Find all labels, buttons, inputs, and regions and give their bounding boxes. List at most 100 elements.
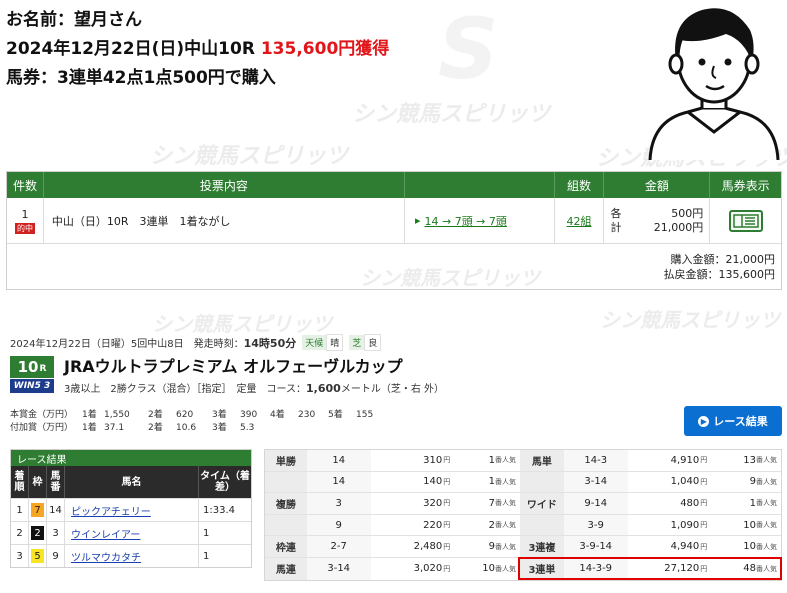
header-count: 件数 bbox=[7, 172, 44, 198]
hit-badge: 的中 bbox=[14, 222, 35, 234]
result-row: 1 7 14 ピックアチェリー 1:33.4 bbox=[11, 498, 251, 521]
payout-numbers: 3-14 bbox=[563, 471, 628, 493]
header-kumisu: 組数 bbox=[555, 172, 605, 198]
waku-badge: 5 bbox=[31, 549, 44, 563]
bet-kumisu-link[interactable]: 42組 bbox=[555, 198, 605, 243]
payout-type: ワイド bbox=[520, 493, 564, 514]
payout-type bbox=[520, 514, 564, 536]
waku-badge: 2 bbox=[31, 526, 44, 540]
payout-type: 馬連 bbox=[265, 557, 307, 580]
win5-badge: WIN5 3 bbox=[10, 379, 54, 393]
ticket-summary: 馬券：3連単42点1点500円で購入 bbox=[6, 68, 276, 88]
payout-type: 複勝 bbox=[265, 493, 307, 514]
payout-amount: 220 円 bbox=[370, 514, 455, 536]
payout-total: 払戻金額：135,600円 bbox=[663, 268, 776, 281]
race-name: JRAウルトラプレミアム オルフェーヴルカップ bbox=[64, 357, 403, 376]
payout-popularity: 10 番人気 bbox=[711, 536, 782, 557]
payout-amount: 1,090 円 bbox=[627, 514, 712, 536]
customer-name: お名前：望月さん bbox=[6, 10, 142, 30]
result-time: 1 bbox=[203, 550, 210, 562]
payout-amount: 480 円 bbox=[627, 493, 712, 514]
header-amount: 金額 bbox=[604, 172, 711, 198]
payout-amount: 3,020 円 bbox=[370, 557, 455, 580]
header-content: 投票内容 bbox=[44, 172, 405, 198]
payout-numbers: 9 bbox=[306, 514, 371, 536]
result-time: 1:33.4 bbox=[203, 504, 235, 516]
result-time: 1 bbox=[203, 527, 210, 539]
payout-numbers: 14-3 bbox=[563, 450, 628, 471]
payout-type: 3連複 bbox=[520, 536, 564, 557]
play-icon: ▸ bbox=[414, 214, 421, 227]
payout-numbers: 2-7 bbox=[306, 536, 371, 557]
bet-combo-link[interactable]: ▸ 14 → 7頭 → 7頭 bbox=[405, 198, 555, 243]
result-rank: 3 bbox=[11, 545, 29, 567]
waku-badge: 7 bbox=[31, 503, 44, 517]
header-rank: 着順 bbox=[11, 466, 29, 498]
result-row: 2 2 3 ウインレイアー 1 bbox=[11, 521, 251, 544]
payout-type: 馬単 bbox=[520, 450, 564, 471]
result-rank: 1 bbox=[11, 499, 29, 521]
start-time: 14時50分 bbox=[243, 336, 297, 350]
payout-popularity: 1 番人気 bbox=[454, 471, 521, 493]
prize-add-row: 付加賞（万円） 1着 37.1 2着 10.6 3着 5.3 bbox=[10, 423, 255, 433]
bet-amount: 各 500円 計 21,000円 bbox=[604, 198, 711, 243]
payout-popularity: 10 番人気 bbox=[711, 514, 782, 536]
race-result-button[interactable]: ▶ レース結果 bbox=[684, 406, 782, 436]
payout-popularity: 13 番人気 bbox=[711, 450, 782, 471]
payout-numbers: 3-9 bbox=[563, 514, 628, 536]
payout-amount: 4,910 円 bbox=[627, 450, 712, 471]
payout-popularity: 9 番人気 bbox=[711, 471, 782, 493]
result-horse-number: 9 bbox=[47, 545, 65, 567]
header-horse-number: 馬番 bbox=[47, 466, 65, 498]
watermark-logo: S bbox=[438, 0, 499, 98]
payout-type: 単勝 bbox=[265, 450, 307, 471]
watermark: シン競馬スピリッツ bbox=[352, 102, 551, 127]
payout-amount: 320 円 bbox=[370, 493, 455, 514]
header-combo bbox=[405, 172, 555, 198]
result-horse-name-link[interactable]: ピックアチェリー bbox=[65, 499, 199, 521]
bet-count-cell: 1 的中 bbox=[7, 198, 44, 243]
result-row: 3 5 9 ツルマウカタチ 1 bbox=[11, 544, 251, 567]
payout-type bbox=[265, 514, 307, 536]
payout-type: 枠連 bbox=[265, 536, 307, 557]
result-rank: 2 bbox=[11, 522, 29, 544]
result-horse-number: 3 bbox=[47, 522, 65, 544]
watermark: シン競馬スピリッツ bbox=[600, 308, 780, 332]
ticket-cell bbox=[710, 198, 781, 243]
payout-popularity: 1 番人気 bbox=[454, 450, 521, 471]
bet-table-header: 件数 投票内容 組数 金額 馬券表示 bbox=[7, 172, 781, 198]
race-number: 10 R bbox=[10, 356, 54, 378]
results-title: レース結果 bbox=[11, 450, 251, 466]
watermark: シン競馬スピリッツ bbox=[152, 312, 332, 336]
payout-numbers: 14 bbox=[306, 450, 371, 471]
payout-type bbox=[265, 471, 307, 493]
each-amount: 500円 bbox=[671, 206, 704, 220]
result-horse-name-link[interactable]: ツルマウカタチ bbox=[65, 545, 199, 567]
payout-amount: 4,940 円 bbox=[627, 536, 712, 557]
result-waku: 2 bbox=[29, 522, 47, 544]
results-header: 着順 枠 馬番 馬名 タイム（着差） bbox=[11, 466, 251, 498]
payout-type bbox=[520, 471, 564, 493]
trifecta-highlight bbox=[518, 557, 782, 580]
payout-numbers: 9-14 bbox=[563, 493, 628, 514]
bet-combo[interactable]: 14 → 7頭 → 7頭 bbox=[424, 213, 506, 229]
total-amount: 21,000円 bbox=[653, 220, 704, 234]
race-distance: 1,600 bbox=[306, 382, 341, 395]
intro-text: お名前：望月さん 2024年12月22日(日)中山10R 135,600円獲得 … bbox=[6, 6, 389, 93]
payout-numbers: 3 bbox=[306, 493, 371, 514]
payout-numbers: 3-14 bbox=[306, 557, 371, 580]
payout-amount: 1,040 円 bbox=[627, 471, 712, 493]
payout-popularity: 1 番人気 bbox=[711, 493, 782, 514]
race-summary: 2024年12月22日(日)中山10R 135,600円獲得 bbox=[6, 39, 390, 59]
bet-summary: 購入金額：21,000円 払戻金額：135,600円 bbox=[7, 244, 781, 289]
payout-popularity: 7 番人気 bbox=[454, 493, 521, 514]
results-body: 1 7 14 ピックアチェリー 1:33.4 2 2 3 ウインレイアー 1 3 5 9 ツルマウカタチ 1 bbox=[11, 498, 251, 567]
bet-row: 1 的中 中山（日）10R 3連単 1着ながし ▸ 14 → 7頭 → 7頭 4… bbox=[7, 198, 781, 244]
header-waku: 枠 bbox=[29, 466, 47, 498]
ticket-view-button[interactable] bbox=[728, 209, 763, 232]
result-horse-number: 14 bbox=[47, 499, 65, 521]
payout-amount: 310 円 bbox=[370, 450, 455, 471]
result-horse-name-link[interactable]: ウインレイアー bbox=[65, 522, 199, 544]
payout-row: 単勝 14 310 円 1 番人気 馬単 14-3 4,910 円 13 番人気 bbox=[265, 450, 782, 472]
payout-popularity: 9 番人気 bbox=[454, 536, 521, 557]
